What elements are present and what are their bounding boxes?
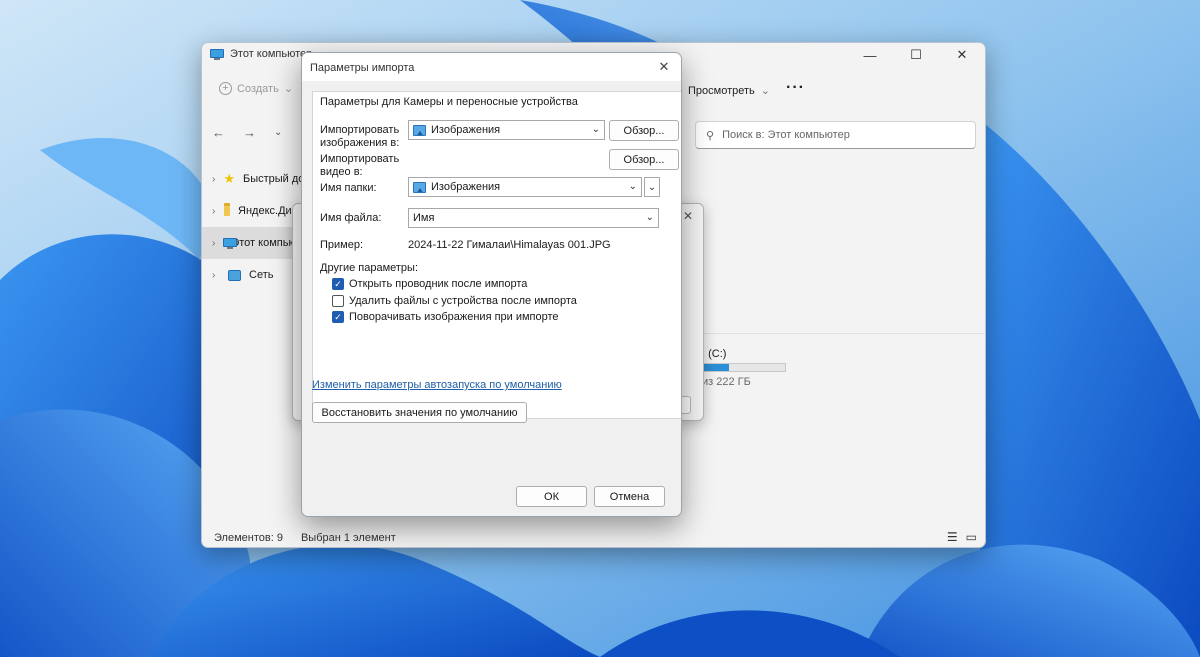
import-settings-dialog: Параметры импорта ✕ Параметры для Камеры… (301, 52, 682, 517)
chevron-down-icon: ⌄ (283, 83, 294, 95)
drive-label: : (C:) (702, 348, 727, 360)
close-icon[interactable]: ✕ (683, 209, 693, 223)
search-placeholder: Поиск в: Этот компьютер (722, 129, 850, 141)
create-label: Создать (237, 82, 279, 95)
view-label: Просмотреть (688, 84, 755, 97)
file-name-label: Имя файла: (320, 212, 382, 224)
chevron-right-icon[interactable]: › (212, 270, 220, 281)
sidebar-item-network[interactable]: › Сеть (202, 259, 302, 291)
navigation-pane: › ★ Быстрый доступ › Яндекс.Диск › Этот … (202, 163, 327, 291)
chevron-right-icon[interactable]: › (212, 206, 216, 217)
chevron-right-icon[interactable]: › (212, 174, 215, 185)
autoplay-settings-link[interactable]: Изменить параметры автозапуска по умолча… (312, 379, 562, 391)
sidebar-item-this-pc[interactable]: › Этот компьютер (202, 227, 314, 259)
dialog-titlebar[interactable]: Параметры импорта ✕ (302, 53, 681, 81)
search-icon: ⚲ (706, 129, 715, 142)
navigation-buttons: ← → ⌄ ↑ (212, 125, 307, 140)
pictures-folder-icon (413, 124, 426, 136)
more-options-button[interactable]: ··· (786, 79, 805, 97)
import-images-select[interactable]: Изображения ⌄ (408, 120, 605, 140)
sidebar-item-label: Сеть (249, 269, 274, 281)
section-divider (702, 333, 985, 334)
folder-name-select[interactable]: Изображения ⌄ (408, 177, 642, 197)
chevron-down-icon: ⌄ (647, 181, 657, 193)
chevron-down-icon: ⌄ (645, 212, 654, 223)
chevron-down-icon: ⌄ (591, 124, 600, 135)
option-open-explorer[interactable]: ✓ Открыть проводник после импорта (332, 278, 527, 290)
cancel-button[interactable]: Отмена (594, 486, 665, 507)
forward-arrow-icon[interactable]: → (243, 125, 256, 140)
settings-group: Параметры для Камеры и переносные устрой… (312, 91, 681, 419)
dialog-title: Параметры импорта (310, 62, 415, 74)
sidebar-item-yandex-disk[interactable]: › Яндекс.Диск (202, 195, 302, 227)
minimize-button[interactable]: — (847, 43, 893, 67)
chevron-down-icon: ⌄ (760, 85, 770, 97)
recent-locations-icon[interactable]: ⌄ (274, 127, 282, 140)
import-video-label: Импортировать видео в: (320, 153, 400, 178)
create-button[interactable]: + Создать ⌄ (219, 82, 293, 95)
selection-count: Выбран 1 элемент (300, 532, 396, 544)
sidebar-item-quick-access[interactable]: › ★ Быстрый доступ (202, 163, 327, 195)
details-view-icon[interactable]: ☰ (947, 530, 958, 544)
example-value: 2024-11-22 Гималаи\Himalayas 001.JPG (408, 239, 611, 251)
chevron-right-icon[interactable]: › (212, 238, 215, 249)
tiles-view-icon[interactable]: ▭ (966, 530, 977, 544)
monitor-icon (210, 48, 224, 60)
pictures-folder-icon (413, 181, 426, 193)
back-arrow-icon[interactable]: ← (212, 125, 225, 140)
checkbox[interactable]: ✓ (332, 278, 344, 290)
option-label: Поворачивать изображения при импорте (349, 311, 559, 323)
view-button[interactable]: Просмотреть ⌄ (688, 84, 770, 98)
drive-usage-fill (703, 364, 730, 371)
restore-defaults-button[interactable]: Восстановить значения по умолчанию (312, 402, 527, 423)
import-images-label: Импортировать изображения в: (320, 124, 400, 149)
drive-usage-bar (702, 363, 786, 372)
item-count: Элементов: 9 (214, 532, 283, 544)
option-label: Открыть проводник после импорта (349, 278, 528, 290)
maximize-button[interactable]: ☐ (893, 43, 939, 67)
dialog-close-button[interactable]: ✕ (655, 59, 673, 75)
window-controls: — ☐ ✕ (847, 43, 985, 67)
drive-size: из 222 ГБ (702, 376, 751, 388)
option-delete-files[interactable]: Удалить файлы с устройства после импорта (332, 295, 577, 307)
ok-button[interactable]: ОК (516, 486, 587, 507)
search-box[interactable]: ⚲ Поиск в: Этот компьютер (695, 121, 976, 149)
star-icon: ★ (223, 171, 235, 186)
network-icon (228, 269, 241, 281)
file-name-select[interactable]: Имя ⌄ (408, 208, 659, 228)
explorer-title-text: Этот компьютер (230, 48, 313, 60)
browse-images-button[interactable]: Обзор... (609, 120, 679, 141)
option-label: Удалить файлы с устройства после импорта (349, 295, 577, 307)
folder-name-extra-dropdown[interactable]: ⌄ (644, 177, 660, 197)
plus-icon: + (219, 82, 232, 95)
chevron-down-icon: ⌄ (628, 181, 637, 192)
folder-name-label: Имя папки: (320, 182, 377, 194)
folder-icon (223, 203, 231, 216)
import-images-value: Изображения (431, 124, 501, 136)
browse-video-button[interactable]: Обзор... (609, 149, 679, 170)
file-name-value: Имя (413, 212, 435, 224)
folder-name-value: Изображения (431, 181, 501, 193)
group-title: Параметры для Камеры и переносные устрой… (320, 96, 578, 108)
option-rotate-images[interactable]: ✓ Поворачивать изображения при импорте (332, 311, 559, 323)
view-toggle: ☰ ▭ (947, 530, 977, 544)
close-button[interactable]: ✕ (939, 43, 985, 67)
other-options-label: Другие параметры: (320, 262, 419, 274)
checkbox[interactable] (332, 295, 344, 307)
explorer-title: Этот компьютер (210, 48, 312, 60)
example-label: Пример: (320, 239, 364, 251)
status-bar: Элементов: 9 Выбран 1 элемент (214, 532, 396, 544)
checkbox[interactable]: ✓ (332, 311, 344, 323)
